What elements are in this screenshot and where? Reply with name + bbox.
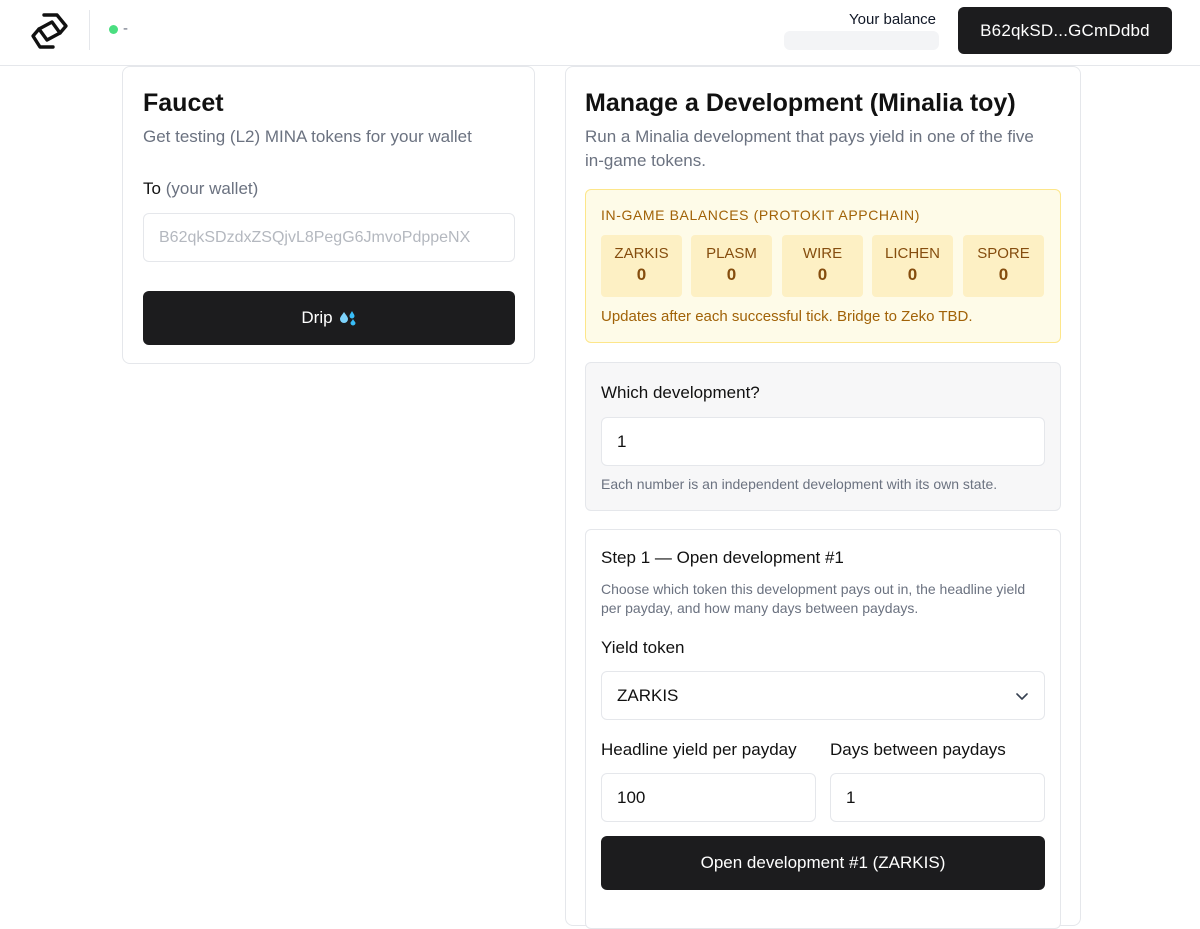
faucet-to-label: To (your wallet) bbox=[143, 179, 258, 199]
development-number-input[interactable] bbox=[601, 417, 1045, 466]
step-1-title: Step 1 — Open development #1 bbox=[601, 548, 844, 567]
to-label: To bbox=[143, 179, 161, 198]
step-1-description: Choose which token this development pays… bbox=[601, 581, 1026, 616]
faucet-title: Faucet bbox=[143, 89, 224, 117]
in-game-balances-panel: IN-GAME BALANCES (PROTOKIT APPCHAIN) ZAR… bbox=[585, 189, 1061, 343]
token-tile-lichen: LICHEN 0 bbox=[872, 235, 953, 297]
token-tile-wire: WIRE 0 bbox=[782, 235, 863, 297]
wallet-address-input[interactable] bbox=[143, 213, 515, 262]
headline-yield-label: Headline yield per payday bbox=[601, 740, 797, 759]
balance-value-placeholder bbox=[784, 31, 939, 50]
token-value: 0 bbox=[726, 265, 737, 284]
yield-token-label: Yield token bbox=[601, 638, 685, 657]
network-status-text: - bbox=[123, 20, 128, 37]
yield-token-select[interactable]: ZARKIS bbox=[601, 671, 1045, 720]
wallet-address-button[interactable]: B62qkSD...GCmDdbd bbox=[958, 7, 1172, 54]
which-development-section: Which development? Each number is an ind… bbox=[585, 362, 1061, 511]
development-subtitle: Run a Minalia development that pays yiel… bbox=[585, 127, 1034, 170]
water-droplets-icon bbox=[339, 311, 356, 326]
chevron-down-icon bbox=[1016, 692, 1028, 700]
token-value: 0 bbox=[907, 265, 918, 284]
token-name: ZARKIS bbox=[614, 245, 669, 262]
token-tile-plasm: PLASM 0 bbox=[691, 235, 772, 297]
network-status-dot bbox=[109, 25, 118, 34]
hexagon-link-logo[interactable] bbox=[30, 12, 70, 50]
development-card: Manage a Development (Minalia toy) Run a… bbox=[565, 66, 1081, 929]
balances-note: Updates after each successful tick. Brid… bbox=[601, 308, 973, 325]
days-between-paydays-input[interactable] bbox=[830, 773, 1045, 822]
which-development-help: Each number is an independent developmen… bbox=[601, 476, 998, 492]
drip-label: Drip bbox=[301, 308, 333, 327]
faucet-card: Faucet Get testing (L2) MINA tokens for … bbox=[122, 66, 535, 364]
token-value: 0 bbox=[817, 265, 828, 284]
token-value: 0 bbox=[998, 265, 1009, 284]
to-hint: (your wallet) bbox=[165, 179, 259, 198]
which-development-label: Which development? bbox=[601, 383, 760, 402]
token-name: PLASM bbox=[706, 245, 757, 262]
open-development-button[interactable]: Open development #1 (ZARKIS) bbox=[601, 836, 1045, 890]
step-1-section: Step 1 — Open development #1 Choose whic… bbox=[585, 529, 1061, 929]
token-tile-spore: SPORE 0 bbox=[963, 235, 1044, 297]
token-name: LICHEN bbox=[884, 245, 940, 262]
drip-button[interactable]: Drip bbox=[143, 291, 515, 345]
headline-yield-input[interactable] bbox=[601, 773, 816, 822]
top-header: - Your balance B62qkSD...GCmDdbd bbox=[0, 0, 1200, 66]
development-title: Manage a Development (Minalia toy) bbox=[585, 89, 1016, 117]
balance-label: Your balance bbox=[849, 11, 937, 28]
token-name: WIRE bbox=[802, 245, 843, 262]
faucet-subtitle: Get testing (L2) MINA tokens for your wa… bbox=[143, 127, 472, 146]
balances-title: IN-GAME BALANCES (PROTOKIT APPCHAIN) bbox=[601, 207, 921, 223]
header-divider bbox=[89, 10, 90, 50]
days-between-paydays-label: Days between paydays bbox=[830, 740, 1006, 759]
token-tile-zarkis: ZARKIS 0 bbox=[601, 235, 682, 297]
yield-token-selected: ZARKIS bbox=[617, 685, 679, 705]
token-value: 0 bbox=[636, 265, 647, 284]
token-name: SPORE bbox=[977, 245, 1030, 262]
